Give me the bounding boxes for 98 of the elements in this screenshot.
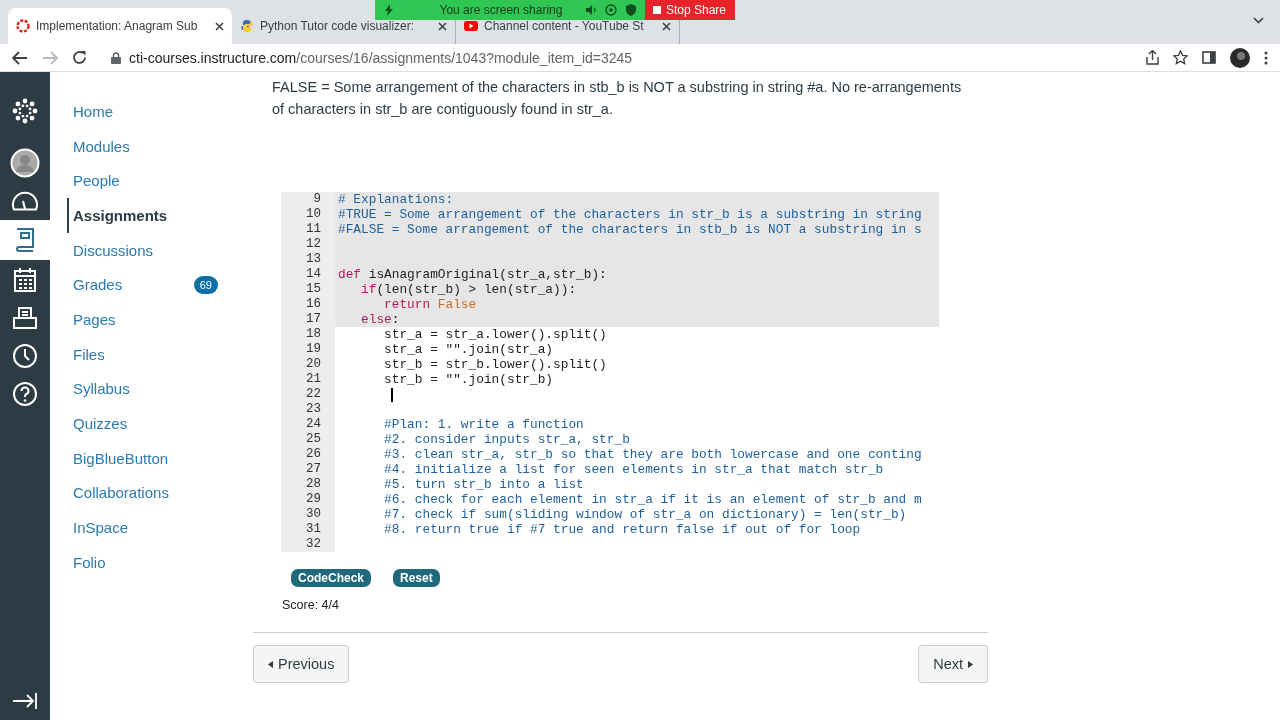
code-line: #4. initialize a list for seen elements in str_a that match str_b (383, 462, 884, 477)
course-nav-link[interactable]: Grades (73, 267, 123, 303)
code-line: str_b = "".join(str_b) (383, 372, 554, 387)
reload-icon[interactable] (72, 50, 87, 65)
line-number: 22 (281, 387, 335, 402)
code-line: #2. consider inputs str_a, str_b (383, 432, 630, 447)
profile-avatar-icon[interactable] (1230, 47, 1250, 68)
calendar-icon (13, 267, 37, 293)
line-number: 26 (281, 447, 335, 462)
caret-right-icon (968, 660, 973, 668)
line-number: 9 (281, 192, 335, 207)
previous-button[interactable]: Previous (253, 645, 350, 683)
code-line: # Explanations: (337, 192, 454, 207)
tab-favicon-icon (16, 19, 30, 33)
code-line: def isAnagramOriginal(str_a,str_b): (337, 267, 607, 282)
lock-icon (111, 51, 121, 64)
explanation-text: FALSE = Some arrangement of the characters in stb_b is NOT a substring in string #a. No re-arrangements of characters in str_b are contiguously found in str_a. (272, 78, 963, 119)
caret-left-icon (268, 660, 273, 668)
close-icon[interactable] (662, 21, 671, 31)
speaker-icon[interactable] (585, 4, 597, 16)
line-number: 10 (281, 207, 335, 222)
code-line: #6. check for each element in str_a if it is an element of str_b and m (383, 492, 922, 507)
line-number: 30 (281, 507, 335, 522)
code-line: return False (383, 297, 477, 312)
close-icon[interactable] (215, 21, 224, 31)
code-line: str_a = "".join(str_a) (383, 342, 554, 357)
shield-icon[interactable] (625, 4, 637, 16)
course-nav-link[interactable]: People (73, 163, 120, 199)
course-nav-link[interactable]: Pages (73, 302, 116, 337)
back-icon[interactable] (12, 50, 28, 65)
help-icon (12, 381, 38, 407)
course-nav-link[interactable]: Files (73, 336, 105, 372)
book-icon (14, 227, 36, 253)
url-text: cti-courses.instructure.com/courses/16/assignments/1043?module_item_id=3245 (129, 49, 633, 66)
reset-button[interactable]: Reset (393, 569, 440, 587)
next-button[interactable]: Next (918, 645, 988, 683)
line-number: 32 (281, 537, 335, 552)
collapse-button[interactable] (12, 692, 38, 710)
line-number: 19 (281, 342, 335, 357)
code-line: #TRUE = Some arrangement of the characters in str_b is a substring in string (337, 207, 922, 222)
gauge-icon (11, 191, 39, 211)
course-nav-link[interactable]: InSpace (73, 510, 129, 545)
menu-icon[interactable] (1264, 50, 1268, 65)
code-line: #7. check if sum(sliding window of str_a on dictionary) = len(str_b) (383, 507, 907, 522)
clock-icon (12, 343, 38, 369)
code-line: #Plan: 1. write a function (383, 417, 584, 432)
line-number: 31 (281, 522, 335, 537)
course-nav-link[interactable]: Home (73, 94, 113, 129)
course-nav-link[interactable]: Folio (73, 544, 106, 580)
code-line: else: (360, 312, 400, 327)
sidebar-icon[interactable] (1202, 51, 1216, 64)
line-number: 13 (281, 252, 335, 267)
code-line: #5. turn str_b into a list (383, 477, 584, 492)
course-nav-link[interactable]: Discussions (73, 232, 154, 268)
chevron-down-icon[interactable] (1253, 17, 1264, 24)
lightning-icon (383, 4, 395, 16)
course-nav-link[interactable]: Assignments (67, 198, 168, 233)
stop-share-button[interactable]: Stop Share (645, 0, 735, 20)
share-icon[interactable] (1146, 50, 1159, 65)
line-number: 27 (281, 462, 335, 477)
course-nav-link[interactable]: Syllabus (73, 371, 130, 407)
code-line: str_a = str_a.lower().split() (383, 327, 607, 342)
line-number: 29 (281, 492, 335, 507)
line-number: 11 (281, 222, 335, 237)
course-nav-link[interactable]: Modules (73, 128, 130, 164)
tab-favicon-icon (464, 21, 478, 31)
line-number: 23 (281, 402, 335, 417)
course-nav-link[interactable]: Collaborations (73, 475, 169, 511)
line-number: 25 (281, 432, 335, 447)
global-nav-item[interactable] (0, 220, 50, 260)
avatar-icon (10, 148, 40, 178)
line-number: 17 (281, 312, 335, 327)
tab-favicon-icon (240, 19, 254, 33)
line-number: 28 (281, 477, 335, 492)
score-text: Score: 4/4 (282, 598, 340, 612)
count-badge: 69 (193, 275, 218, 294)
browser-tab[interactable]: Implementation: Anagram Sub (8, 8, 232, 44)
line-number: 15 (281, 282, 335, 297)
line-number: 18 (281, 327, 335, 342)
course-nav-link[interactable]: Quizzes (73, 406, 128, 441)
close-icon[interactable] (438, 21, 447, 31)
logo-icon (11, 97, 39, 125)
line-number: 21 (281, 372, 335, 387)
code-check-button[interactable]: CodeCheck (291, 569, 372, 587)
course-nav-link[interactable]: BigBlueButton (73, 440, 169, 476)
code-line: if(len(str_b) > len(str_a)): (360, 282, 577, 297)
collapse-arrow-icon (12, 692, 38, 710)
line-number: 12 (281, 237, 335, 252)
code-line: #FALSE = Some arrangement of the characters in stb_b is NOT a substring in s (337, 222, 922, 237)
line-number: 16 (281, 297, 335, 312)
line-number: 20 (281, 357, 335, 372)
code-line: #3. clean str_a, str_b so that they are both lowercase and one conting (383, 447, 922, 462)
line-number: 14 (281, 267, 335, 282)
star-icon[interactable] (1173, 50, 1188, 65)
code-line: #8. return true if #7 true and return false if out of for loop (383, 522, 861, 537)
line-number: 24 (281, 417, 335, 432)
stop-icon (653, 6, 661, 14)
code-line: str_b = str_b.lower().split() (383, 357, 607, 372)
